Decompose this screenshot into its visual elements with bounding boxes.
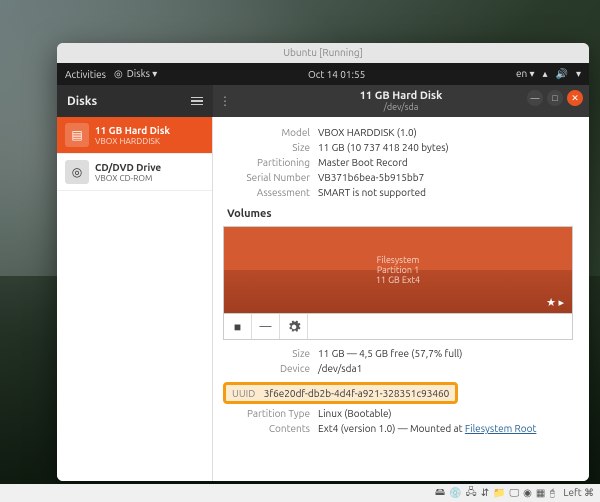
clock[interactable]: Oct 14 01:55 xyxy=(308,69,365,80)
value-contents: Ext4 (version 1.0) — Mounted at Filesyst… xyxy=(318,423,573,434)
volume-gear-button[interactable] xyxy=(280,314,308,339)
drive-menu-button[interactable]: ⋮ xyxy=(219,94,231,108)
uuid-highlight: UUID 3f6e20df-db2b-4d4f-a921-328351c9346… xyxy=(223,382,458,404)
power-icon[interactable]: ▾ xyxy=(576,68,581,80)
value-pdevice: /dev/sda1 xyxy=(318,363,573,374)
header-title: 11 GB Hard Disk xyxy=(360,90,443,102)
label-assessment: Assessment xyxy=(223,187,318,198)
header-subtitle: /dev/sda xyxy=(384,102,419,112)
vm-net-icon[interactable]: 🖧 xyxy=(466,485,477,502)
app-menu-label: Disks ▾ xyxy=(127,68,158,80)
gnome-topbar: Activities ◎ Disks ▾ Oct 14 01:55 en ▾ ▴… xyxy=(57,63,589,85)
label-partitioning: Partitioning xyxy=(223,157,318,168)
label-pdevice: Device xyxy=(223,363,318,374)
device-sub: VBOX CD-ROM xyxy=(95,173,161,183)
value-ptype: Linux (Bootable) xyxy=(318,408,573,419)
value-psize: 11 GB — 4,5 GB free (57,7% full) xyxy=(318,348,573,359)
value-partitioning: Master Boot Record xyxy=(318,157,573,168)
volume-diagram[interactable]: Filesystem Partition 1 11 GB Ext4 ★ ▸ xyxy=(223,226,573,314)
app-menu[interactable]: ◎ Disks ▾ xyxy=(114,68,157,80)
device-item-cd[interactable]: ◎ CD/DVD Drive VBOX CD-ROM xyxy=(57,154,212,191)
close-button[interactable]: ✕ xyxy=(567,90,583,106)
vm-statusbar: 🖴 💿 🖧 ⇵ 📁 🖵 ◉ ▦ 🖯 Left ⌘ xyxy=(0,484,600,502)
contents-prefix: Ext4 (version 1.0) — Mounted at xyxy=(318,423,465,434)
value-assessment: SMART is not supported xyxy=(318,187,573,198)
volume-toolbar: ■ — xyxy=(223,314,573,340)
vm-display-icon[interactable]: 🖵 xyxy=(510,487,520,499)
disks-icon: ◎ xyxy=(114,68,123,80)
vm-hostkey: Left ⌘ xyxy=(563,487,594,499)
label-ptype: Partition Type xyxy=(223,408,318,419)
hdd-icon: ▤ xyxy=(65,123,89,147)
value-model: VBOX HARDDISK (1.0) xyxy=(318,127,573,138)
label-size: Size xyxy=(223,142,318,153)
label-contents: Contents xyxy=(223,423,318,434)
filesystem-root-link[interactable]: Filesystem Root xyxy=(465,423,537,434)
label-psize: Size xyxy=(223,348,318,359)
device-sidebar: ▤ 11 GB Hard Disk VBOX HARDDISK ◎ CD/DVD… xyxy=(57,117,213,481)
network-icon[interactable]: ▴ xyxy=(543,68,548,80)
vm-shared-icon[interactable]: 📁 xyxy=(493,487,505,499)
value-size: 11 GB (10 737 418 240 bytes) xyxy=(318,142,573,153)
vol-label-fs: Filesystem xyxy=(377,255,420,265)
main-header: ⋮ 11 GB Hard Disk /dev/sda — □ ✕ xyxy=(213,85,589,117)
activities-button[interactable]: Activities xyxy=(65,69,106,80)
vm-rec-icon[interactable]: ◉ xyxy=(523,487,532,499)
main-content: ModelVBOX HARDDISK (1.0) Size11 GB (10 7… xyxy=(213,117,589,481)
input-lang[interactable]: en ▾ xyxy=(516,68,535,80)
vol-label-size: 11 GB Ext4 xyxy=(376,275,420,285)
vm-hdd-icon[interactable]: 🖴 xyxy=(435,485,445,502)
vm-titlebar: Ubuntu [Running] xyxy=(57,43,589,63)
maximize-button[interactable]: □ xyxy=(547,90,563,106)
value-uuid: 3f6e20df-db2b-4d4f-a921-328351c93460 xyxy=(264,388,450,399)
device-item-hdd[interactable]: ▤ 11 GB Hard Disk VBOX HARDDISK xyxy=(57,117,212,154)
volumes-heading: Volumes xyxy=(227,208,573,220)
vm-usb-icon[interactable]: ⇵ xyxy=(481,487,489,499)
value-serial: VB371b6bea-5b915bb7 xyxy=(318,172,573,183)
minimize-button[interactable]: — xyxy=(527,90,543,106)
app-headerbar: Disks ⋮ 11 GB Hard Disk /dev/sda — □ ✕ xyxy=(57,85,589,117)
label-serial: Serial Number xyxy=(223,172,318,183)
label-uuid: UUID xyxy=(232,388,261,399)
sidebar-title: Disks xyxy=(67,95,97,108)
volume-icon[interactable]: 🔊 xyxy=(556,68,568,80)
device-title: 11 GB Hard Disk xyxy=(95,125,170,136)
vol-label-part: Partition 1 xyxy=(377,265,419,275)
hamburger-icon[interactable] xyxy=(191,97,203,106)
vol-star-icon: ★ ▸ xyxy=(546,296,564,309)
sidebar-header: Disks xyxy=(57,85,213,117)
device-sub: VBOX HARDDISK xyxy=(95,136,170,146)
unmount-button[interactable]: ■ xyxy=(224,314,252,339)
cd-icon: ◎ xyxy=(65,160,89,184)
label-model: Model xyxy=(223,127,318,138)
disks-window: Ubuntu [Running] Activities ◎ Disks ▾ Oc… xyxy=(57,43,589,481)
device-title: CD/DVD Drive xyxy=(95,162,161,173)
vm-cd-icon[interactable]: 💿 xyxy=(449,487,461,499)
vm-title: Ubuntu [Running] xyxy=(283,47,363,58)
delete-button[interactable]: — xyxy=(252,314,280,339)
vm-cpu-icon[interactable]: ▦ xyxy=(536,487,545,499)
vm-mouse-icon[interactable]: 🖯 xyxy=(549,487,555,499)
